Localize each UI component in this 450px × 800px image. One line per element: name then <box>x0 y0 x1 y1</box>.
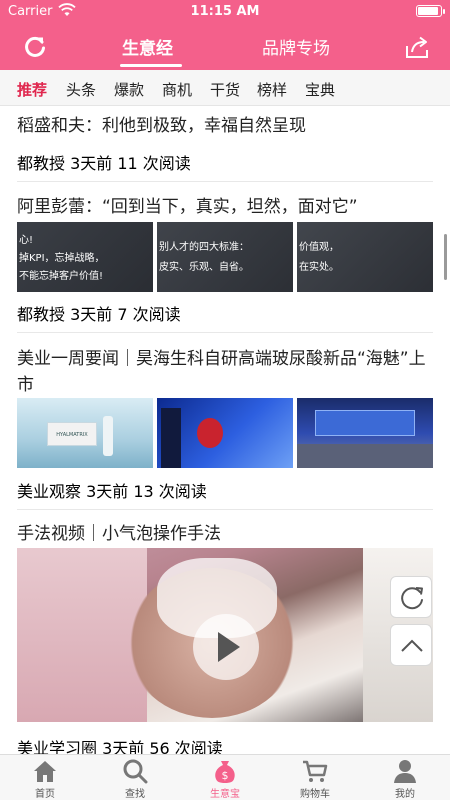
article-meta: 美业观察 3天前 13 次阅读 <box>17 482 207 501</box>
person-silhouette <box>161 408 181 468</box>
category-recommend[interactable]: 推荐 <box>17 79 47 100</box>
home-icon <box>34 761 56 782</box>
article-meta: 美业学习圈 3天前 56 次阅读 <box>17 739 223 754</box>
article-title[interactable]: 美业一周要闻｜昊海生科自研高端玻尿酸新品“海魅”上市 <box>17 346 433 398</box>
article-item[interactable]: 美业一周要闻｜昊海生科自研高端玻尿酸新品“海魅”上市 <box>17 346 433 398</box>
article-thumbnails[interactable]: HYALMATRIX <box>17 398 433 468</box>
article-title[interactable]: 阿里彭蕾：“回到当下，真实，坦然，面对它” <box>17 194 433 220</box>
divider <box>17 181 433 182</box>
video-player[interactable] <box>17 548 433 722</box>
audience <box>297 444 433 468</box>
article-item[interactable]: 阿里彭蕾：“回到当下，真实，坦然，面对它” <box>17 194 433 220</box>
svg-text:$: $ <box>222 769 229 782</box>
thumbnail-text: 不能忘掉客户价值! <box>19 271 104 282</box>
article-title[interactable]: 稻盛和夫：利他到极致，幸福自然呈现 <box>17 113 433 139</box>
article-meta: 都教授 3天前 11 次阅读 <box>17 154 191 173</box>
refresh-float-button[interactable] <box>390 576 432 618</box>
article-item[interactable]: 稻盛和夫：利他到极致，幸福自然呈现 <box>17 113 433 139</box>
back-to-top-button[interactable] <box>390 624 432 666</box>
product-box: HYALMATRIX <box>47 422 97 446</box>
category-practical[interactable]: 干货 <box>210 79 240 100</box>
category-role-model[interactable]: 榜样 <box>257 79 287 100</box>
thumbnail-text: 心! <box>19 235 34 246</box>
clock: 11:15 AM <box>190 4 260 19</box>
article-meta: 都教授 3天前 7 次阅读 <box>17 305 181 324</box>
search-icon <box>123 759 148 784</box>
tab-label: 购物车 <box>300 789 330 800</box>
play-button[interactable] <box>193 614 259 680</box>
user-icon <box>394 760 416 783</box>
chevron-up-icon <box>401 639 423 652</box>
category-headlines[interactable]: 头条 <box>66 79 96 100</box>
tab-business-treasure[interactable]: $ 生意宝 <box>180 755 270 800</box>
category-handbook[interactable]: 宝典 <box>305 79 335 100</box>
tab-brand-special[interactable]: 品牌专场 <box>262 34 330 59</box>
tab-label: 我的 <box>395 789 415 800</box>
article-feed[interactable]: 稻盛和夫：利他到极致，幸福自然呈现 都教授 3天前 11 次阅读 阿里彭蕾：“回… <box>0 106 450 754</box>
article-title[interactable]: 手法视频｜小气泡操作手法 <box>17 521 433 547</box>
tab-label: 首页 <box>35 789 55 800</box>
category-bar: 推荐 头条 爆款 商机 干货 榜样 宝典 <box>0 70 450 106</box>
thumbnail-text: 别人才的四大标准： <box>159 242 249 253</box>
battery-fill <box>418 7 438 15</box>
category-hot[interactable]: 爆款 <box>114 79 144 100</box>
thumbnail-image[interactable]: 价值观， 在实处。 <box>297 222 433 292</box>
tab-profile[interactable]: 我的 <box>360 755 450 800</box>
app-root: Carrier 11:15 AM 生意经 品牌专场 推荐 头条 爆款 商机 干货… <box>0 0 450 800</box>
active-tab-indicator <box>120 64 182 67</box>
tab-search[interactable]: 查找 <box>90 755 180 800</box>
divider <box>17 332 433 333</box>
thumbnail-image[interactable] <box>297 398 433 468</box>
nav-header: 生意经 品牌专场 <box>0 24 450 70</box>
product-syringe <box>103 416 113 456</box>
share-icon[interactable] <box>404 34 430 60</box>
thumbnail-text: 价值观， <box>299 242 339 253</box>
top-header: Carrier 11:15 AM 生意经 品牌专场 <box>0 0 450 70</box>
thumbnail-image[interactable]: HYALMATRIX <box>17 398 153 468</box>
cart-icon <box>303 760 328 782</box>
tab-label: 生意宝 <box>210 789 240 800</box>
thumbnail-image[interactable]: 别人才的四大标准： 皮实、乐观、自省。 <box>157 222 293 292</box>
scrollbar[interactable] <box>444 234 447 280</box>
stage-screen <box>315 410 415 436</box>
thumbnail-text: 皮实、乐观、自省。 <box>159 262 249 273</box>
article-item[interactable]: 手法视频｜小气泡操作手法 <box>17 521 433 547</box>
refresh-icon <box>401 587 423 610</box>
thumbnail-text: 掉KPI，忘掉战略， <box>19 253 105 264</box>
tab-label: 查找 <box>125 789 145 800</box>
battery-icon <box>416 5 445 17</box>
tab-business[interactable]: 生意经 <box>122 34 173 59</box>
divider <box>17 509 433 510</box>
bottom-tab-bar: 首页 查找 $ 生意宝 购物车 我的 <box>0 754 450 800</box>
flower-bouquet <box>197 418 223 448</box>
category-opportunity[interactable]: 商机 <box>162 79 192 100</box>
thumbnail-text: 在实处。 <box>299 262 339 273</box>
thumbnail-image[interactable]: 心! 掉KPI，忘掉战略， 不能忘掉客户价值! <box>17 222 153 292</box>
refresh-icon[interactable] <box>22 34 48 60</box>
thumbnail-image[interactable] <box>157 398 293 468</box>
money-bag-icon: $ <box>215 761 235 783</box>
tab-home[interactable]: 首页 <box>0 755 90 800</box>
article-thumbnails[interactable]: 心! 掉KPI，忘掉战略， 不能忘掉客户价值! 别人才的四大标准： 皮实、乐观、… <box>17 222 433 292</box>
tab-cart[interactable]: 购物车 <box>270 755 360 800</box>
status-bar: Carrier 11:15 AM <box>0 0 450 24</box>
